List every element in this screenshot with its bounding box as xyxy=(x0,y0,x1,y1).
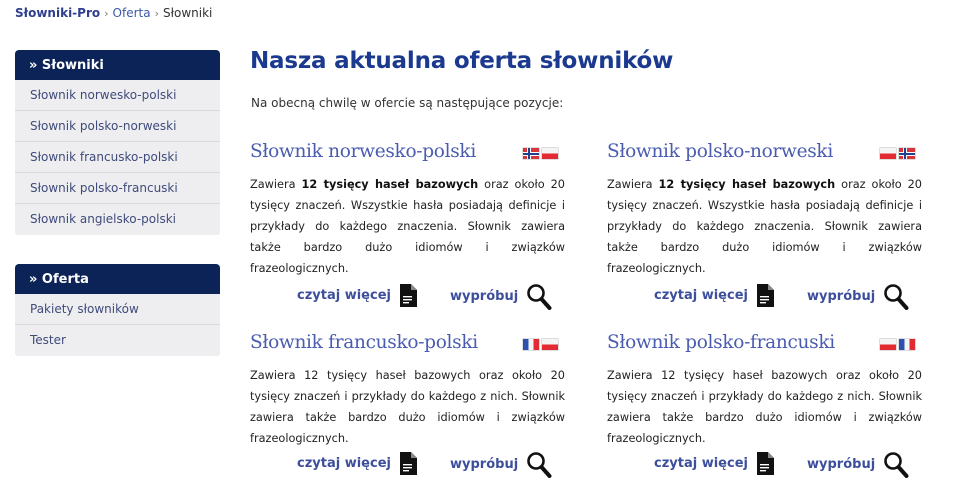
card-description: Zawiera 12 tysięcy haseł bazowych oraz o… xyxy=(607,174,922,279)
sidebar-item-norwesko-polski[interactable]: Słownik norwesko-polski xyxy=(15,80,220,111)
try-button[interactable]: wypróbuj xyxy=(807,451,909,478)
card-desc-post: oraz około 20 tysięcy znaczeń. Wszystkie… xyxy=(607,178,922,275)
sidebar-item-pakiety[interactable]: Pakiety słowników xyxy=(15,294,220,325)
document-icon xyxy=(399,284,417,307)
flag-poland-icon xyxy=(880,148,896,159)
sidebar-dictionaries-header[interactable]: » Słowniki xyxy=(15,50,220,80)
card-desc-pre: Zawiera xyxy=(250,178,302,191)
sidebar-offer-list: Pakiety słowników Tester xyxy=(15,294,220,356)
magnifier-icon xyxy=(884,452,909,478)
card-desc-bold: 12 tysięcy haseł bazowych xyxy=(301,178,479,191)
sidebar-dictionaries-list: Słownik norwesko-polski Słownik polsko-n… xyxy=(15,80,220,235)
card-desc-post: Zawiera 12 tysięcy haseł bazowych oraz o… xyxy=(250,369,565,445)
flag-france-icon xyxy=(899,339,915,350)
flag-norway-icon xyxy=(899,148,915,159)
sidebar-offer-header[interactable]: » Oferta xyxy=(15,264,220,294)
card-actions: czytaj więcej wypróbuj xyxy=(607,283,922,313)
card-description: Zawiera 12 tysięcy haseł bazowych oraz o… xyxy=(250,365,565,449)
card-actions: czytaj więcej wypróbuj xyxy=(250,283,565,313)
breadcrumb-offer-link[interactable]: Oferta xyxy=(113,6,151,20)
read-more-button[interactable]: czytaj więcej xyxy=(297,451,418,476)
read-more-label: czytaj więcej xyxy=(297,288,391,303)
card-flags xyxy=(880,339,915,350)
intro-text: Na obecną chwilę w ofercie są następując… xyxy=(251,96,564,110)
try-label: wypróbuj xyxy=(807,289,876,304)
flag-poland-icon xyxy=(542,339,558,350)
card-actions: czytaj więcej wypróbuj xyxy=(250,451,565,479)
document-icon xyxy=(756,284,774,307)
sidebar-item-tester[interactable]: Tester xyxy=(15,325,220,356)
try-button[interactable]: wypróbuj xyxy=(450,451,552,478)
card-desc-post: Zawiera 12 tysięcy haseł bazowych oraz o… xyxy=(607,369,922,445)
sidebar-item-polsko-francuski[interactable]: Słownik polsko-francuski xyxy=(15,173,220,204)
sidebar-offer: » Oferta Pakiety słowników Tester xyxy=(15,264,220,356)
flag-france-icon xyxy=(523,339,539,350)
card-title[interactable]: Słownik polsko-norweski xyxy=(607,141,922,162)
dictionary-card: Słownik norwesko-polski Zawiera 12 tysięc… xyxy=(250,141,565,310)
read-more-button[interactable]: czytaj więcej xyxy=(654,283,775,308)
flag-poland-icon xyxy=(880,339,896,350)
card-desc-post: oraz około 20 tysięcy znaczeń. Wszystkie… xyxy=(250,178,565,275)
breadcrumb-current: Słowniki xyxy=(162,6,213,20)
sidebar-item-francusko-polski[interactable]: Słownik francusko-polski xyxy=(15,142,220,173)
dictionary-card: Słownik polsko-francuski Zawiera 12 tysię… xyxy=(607,332,922,478)
magnifier-icon xyxy=(884,284,909,310)
document-icon xyxy=(756,452,774,475)
card-desc-bold: 12 tysięcy haseł bazowych xyxy=(658,178,836,191)
card-description: Zawiera 12 tysięcy haseł bazowych oraz o… xyxy=(250,174,565,279)
card-description: Zawiera 12 tysięcy haseł bazowych oraz o… xyxy=(607,365,922,449)
try-button[interactable]: wypróbuj xyxy=(450,283,552,310)
breadcrumb-home-link[interactable]: Słowniki-Pro xyxy=(15,6,100,20)
magnifier-icon xyxy=(527,284,552,310)
page-title: Nasza aktualna oferta słowników xyxy=(250,48,674,74)
card-flags xyxy=(523,148,558,159)
main-content: Nasza aktualna oferta słowników Na obecn… xyxy=(250,48,930,110)
sidebar-item-angielsko-polski[interactable]: Słownik angielsko-polski xyxy=(15,204,220,235)
card-actions: czytaj więcej wypróbuj xyxy=(607,451,922,479)
magnifier-icon xyxy=(527,452,552,478)
read-more-button[interactable]: czytaj więcej xyxy=(297,283,418,308)
sidebar-dictionaries: » Słowniki Słownik norwesko-polski Słown… xyxy=(15,50,220,235)
breadcrumb-separator: › xyxy=(104,7,109,20)
card-title[interactable]: Słownik norwesko-polski xyxy=(250,141,565,162)
read-more-label: czytaj więcej xyxy=(297,456,391,471)
card-title[interactable]: Słownik polsko-francuski xyxy=(607,332,922,353)
flag-norway-icon xyxy=(523,148,539,159)
try-label: wypróbuj xyxy=(450,289,519,304)
dictionary-card: Słownik francusko-polski Zawiera 12 tysię… xyxy=(250,332,565,478)
dictionary-card: Słownik polsko-norweski Zawiera 12 tysięc… xyxy=(607,141,922,310)
card-desc-pre: Zawiera xyxy=(607,178,659,191)
flag-poland-icon xyxy=(542,148,558,159)
sidebar-item-polsko-norweski[interactable]: Słownik polsko-norweski xyxy=(15,111,220,142)
breadcrumb: Słowniki-Pro › Oferta › Słowniki xyxy=(15,6,212,20)
card-flags xyxy=(523,339,558,350)
try-label: wypróbuj xyxy=(450,457,519,472)
try-button[interactable]: wypróbuj xyxy=(807,283,909,310)
read-more-label: czytaj więcej xyxy=(654,456,748,471)
document-icon xyxy=(399,452,417,475)
breadcrumb-separator: › xyxy=(154,7,159,20)
card-flags xyxy=(880,148,915,159)
read-more-label: czytaj więcej xyxy=(654,288,748,303)
try-label: wypróbuj xyxy=(807,457,876,472)
read-more-button[interactable]: czytaj więcej xyxy=(654,451,775,476)
card-title[interactable]: Słownik francusko-polski xyxy=(250,332,565,353)
